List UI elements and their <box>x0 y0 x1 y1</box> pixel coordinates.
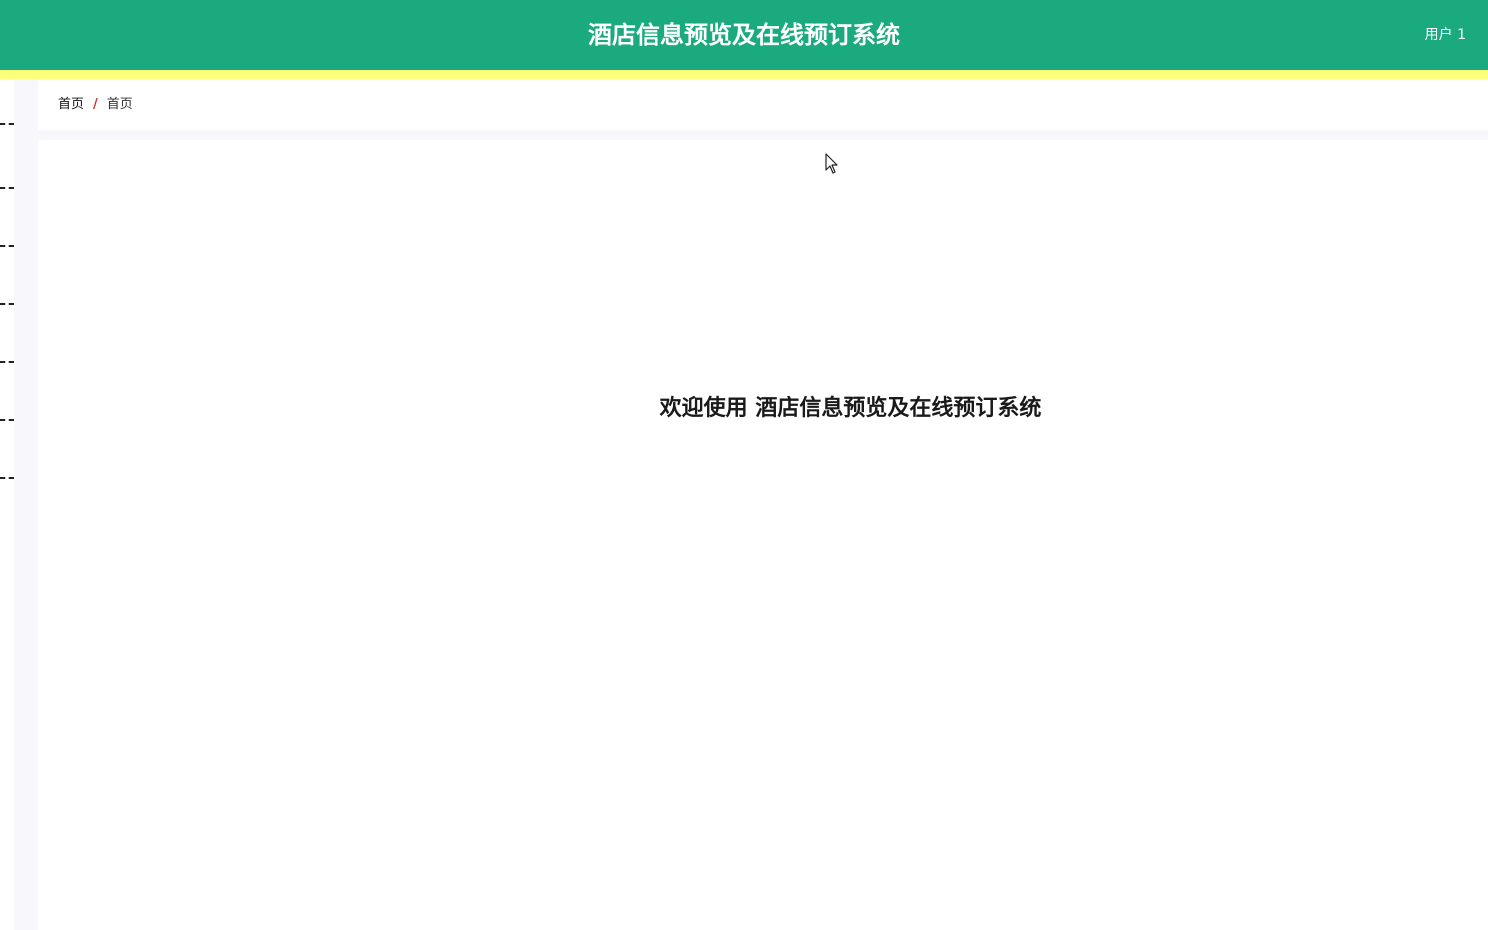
welcome-message: 欢迎使用 酒店信息预览及在线预订系统 <box>659 396 1042 421</box>
breadcrumb-bar: 首页 / 首页 <box>38 79 1488 130</box>
sidebar-item-4[interactable] <box>0 289 14 319</box>
main-content: 欢迎使用 酒店信息预览及在线预订系统 <box>38 140 1488 930</box>
app-title: 酒店信息预览及在线预订系统 <box>588 21 900 49</box>
breadcrumb-home-link[interactable]: 首页 <box>58 97 84 112</box>
sidebar-item-5[interactable] <box>0 347 14 377</box>
collapsed-menu-dash-icon <box>0 123 14 125</box>
collapsed-menu-dash-icon <box>0 187 14 189</box>
sidebar-item-3[interactable] <box>0 231 14 261</box>
header-accent-strip <box>0 70 1488 79</box>
sidebar-item-7[interactable] <box>0 463 14 493</box>
sidebar-item-2[interactable] <box>0 173 14 203</box>
collapsed-menu-dash-icon <box>0 419 14 421</box>
top-header-bar: 酒店信息预览及在线预订系统 用户 1 <box>0 0 1488 70</box>
collapsed-menu-dash-icon <box>0 361 14 363</box>
sidebar-collapsed <box>0 79 14 930</box>
collapsed-menu-dash-icon <box>0 245 14 247</box>
sidebar-gutter <box>14 79 38 930</box>
sidebar-item-6[interactable] <box>0 405 14 435</box>
breadcrumb-separator: / <box>93 97 98 112</box>
breadcrumb-divider <box>38 130 1488 140</box>
collapsed-menu-dash-icon <box>0 477 14 479</box>
sidebar-item-1[interactable] <box>0 109 14 139</box>
breadcrumb-current: 首页 <box>106 97 133 112</box>
mouse-cursor-icon <box>825 153 838 174</box>
collapsed-menu-dash-icon <box>0 303 14 305</box>
breadcrumb: 首页 / 首页 <box>58 79 133 130</box>
user-menu[interactable]: 用户 1 <box>1425 0 1466 70</box>
